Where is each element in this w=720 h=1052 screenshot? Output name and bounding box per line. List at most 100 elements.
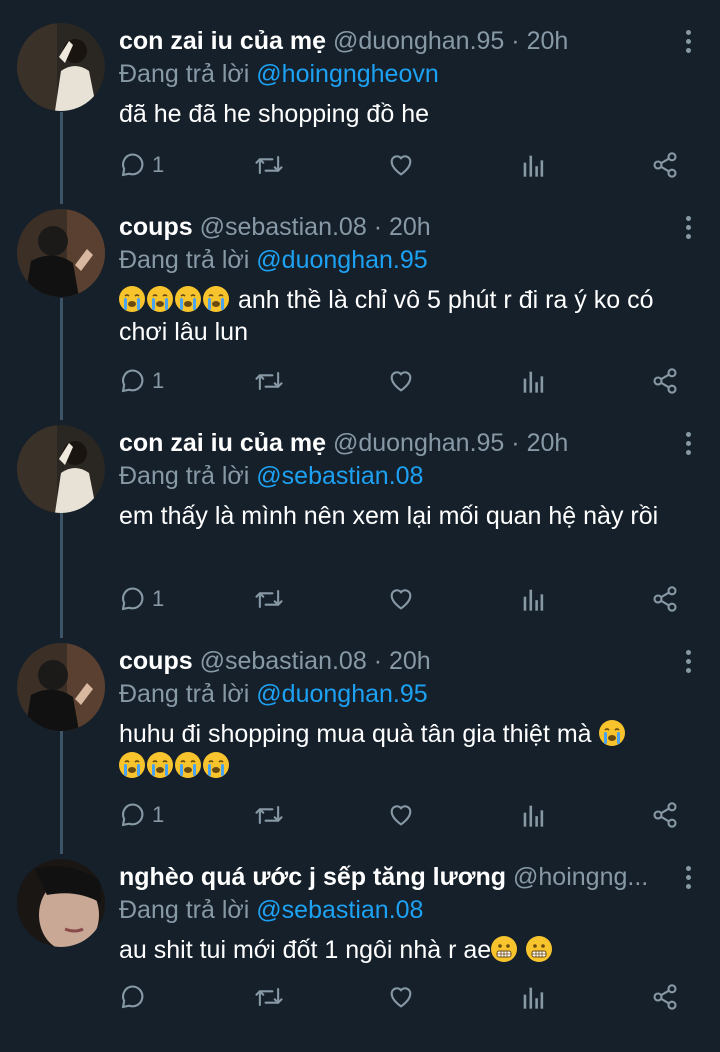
reply-mention[interactable]: @sebastian.08 [256, 462, 423, 490]
share-button[interactable] [651, 982, 679, 1012]
more-options-icon[interactable] [684, 650, 694, 677]
tweet[interactable]: con zai iu của mẹ @duonghan.95 · 20h Đan… [0, 0, 720, 216]
analytics-icon [523, 805, 544, 827]
reply-context: Đang trả lời @sebastian.08 [119, 894, 423, 926]
crying-emoji-icon [175, 286, 201, 312]
reply-mention[interactable]: @duonghan.95 [256, 680, 427, 708]
reply-prefix: Đang trả lời [119, 462, 250, 490]
reply-count: 1 [152, 368, 165, 393]
share-icon [653, 984, 677, 1010]
timestamp[interactable]: · 20h [511, 429, 568, 457]
like-button[interactable] [387, 800, 415, 830]
analytics-button[interactable] [521, 982, 545, 1012]
analytics-button[interactable] [521, 800, 545, 830]
like-button[interactable] [387, 982, 415, 1012]
tweet-text: anh thề là chỉ vô 5 phút r đi ra ý ko có… [119, 284, 684, 348]
more-options-icon[interactable] [684, 30, 694, 57]
share-icon [653, 368, 677, 394]
like-button[interactable] [387, 584, 415, 614]
reply-prefix: Đang trả lời [119, 246, 250, 274]
reply-icon [121, 803, 144, 827]
share-button[interactable] [651, 150, 679, 180]
heart-icon [390, 589, 412, 610]
share-button[interactable] [651, 800, 679, 830]
more-options-icon[interactable] [684, 866, 694, 893]
analytics-icon [523, 589, 544, 611]
like-button[interactable] [387, 150, 415, 180]
reply-context: Đang trả lời @duonghan.95 [119, 678, 428, 710]
heart-icon [390, 987, 412, 1008]
tweet-text-content: huhu đi shopping mua quà tân gia thiệt m… [119, 720, 592, 748]
reply-button[interactable]: 1 [119, 366, 164, 396]
analytics-icon [523, 371, 544, 393]
retweet-icon [255, 155, 283, 175]
retweet-button[interactable] [253, 584, 285, 614]
avatar[interactable] [17, 859, 105, 947]
reply-icon [121, 153, 144, 177]
more-options-icon[interactable] [684, 432, 694, 459]
tweet-header: con zai iu của mẹ @duonghan.95 · 20h [119, 427, 660, 459]
tweet-text: em thấy là mình nên xem lại mối quan hệ … [119, 500, 684, 532]
analytics-button[interactable] [521, 366, 545, 396]
tweet-actions: 1 [119, 800, 689, 830]
user-handle[interactable]: @duonghan.95 [333, 429, 504, 457]
more-options-icon[interactable] [684, 216, 694, 243]
user-handle[interactable]: @duonghan.95 [333, 27, 504, 55]
reply-icon [121, 369, 144, 393]
crying-emoji-icon [175, 752, 201, 778]
reply-button[interactable] [119, 982, 147, 1012]
crying-emoji-icon [119, 286, 145, 312]
retweet-button[interactable] [253, 366, 285, 396]
user-handle[interactable]: @sebastian.08 [200, 213, 367, 241]
display-name[interactable]: con zai iu của mẹ [119, 27, 326, 55]
reply-button[interactable]: 1 [119, 584, 164, 614]
reply-button[interactable]: 1 [119, 150, 164, 180]
timestamp[interactable]: · 20h [511, 27, 568, 55]
display-name[interactable]: nghèo quá ước j sếp tăng lương [119, 863, 506, 891]
avatar[interactable] [17, 209, 105, 297]
display-name[interactable]: coups [119, 213, 193, 241]
tweet-text: au shit tui mới đốt 1 ngôi nhà r ae [119, 934, 684, 966]
tweet[interactable]: con zai iu của mẹ @duonghan.95 · 20h Đan… [0, 402, 720, 618]
tweet[interactable]: coups @sebastian.08 · 20h Đang trả lời @… [0, 186, 720, 402]
analytics-button[interactable] [521, 584, 545, 614]
display-name[interactable]: con zai iu của mẹ [119, 429, 326, 457]
share-button[interactable] [651, 366, 679, 396]
timestamp[interactable]: · 20h [374, 213, 431, 241]
avatar[interactable] [17, 643, 105, 731]
retweet-button[interactable] [253, 800, 285, 830]
reply-prefix: Đang trả lời [119, 680, 250, 708]
reply-context: Đang trả lời @hoingngheovn [119, 58, 439, 90]
tweet-text: huhu đi shopping mua quà tân gia thiệt m… [119, 718, 684, 782]
heart-icon [390, 805, 412, 826]
tweet-text-content: em thấy là mình nên xem lại mối quan hệ … [119, 502, 659, 530]
tweet[interactable]: coups @sebastian.08 · 20h Đang trả lời @… [0, 620, 720, 836]
tweet-actions: 1 [119, 584, 689, 614]
tweet-actions: 1 [119, 150, 689, 180]
tweet-text-content: đã he đã he shopping đồ he [119, 100, 429, 128]
share-button[interactable] [651, 584, 679, 614]
avatar[interactable] [17, 23, 105, 111]
heart-icon [390, 371, 412, 392]
timestamp[interactable]: · 20h [374, 647, 431, 675]
reply-mention[interactable]: @hoingngheovn [256, 60, 438, 88]
display-name[interactable]: coups [119, 647, 193, 675]
reply-count: 1 [152, 802, 165, 827]
retweet-button[interactable] [253, 982, 285, 1012]
reply-mention[interactable]: @sebastian.08 [256, 896, 423, 924]
avatar[interactable] [17, 425, 105, 513]
analytics-button[interactable] [521, 150, 545, 180]
tweet-text-content: au shit tui mới đốt 1 ngôi nhà r ae [119, 936, 492, 964]
user-handle[interactable]: @sebastian.08 [200, 647, 367, 675]
reply-prefix: Đang trả lời [119, 896, 250, 924]
reply-mention[interactable]: @duonghan.95 [256, 246, 427, 274]
like-button[interactable] [387, 366, 415, 396]
tweet-text: đã he đã he shopping đồ he [119, 98, 684, 130]
grimacing-emoji-icon [491, 936, 518, 962]
reply-icon [121, 587, 144, 611]
reply-button[interactable]: 1 [119, 800, 164, 830]
retweet-button[interactable] [253, 150, 285, 180]
retweet-icon [255, 371, 283, 391]
retweet-icon [255, 805, 283, 825]
user-handle[interactable]: @hoingng... [513, 863, 648, 891]
